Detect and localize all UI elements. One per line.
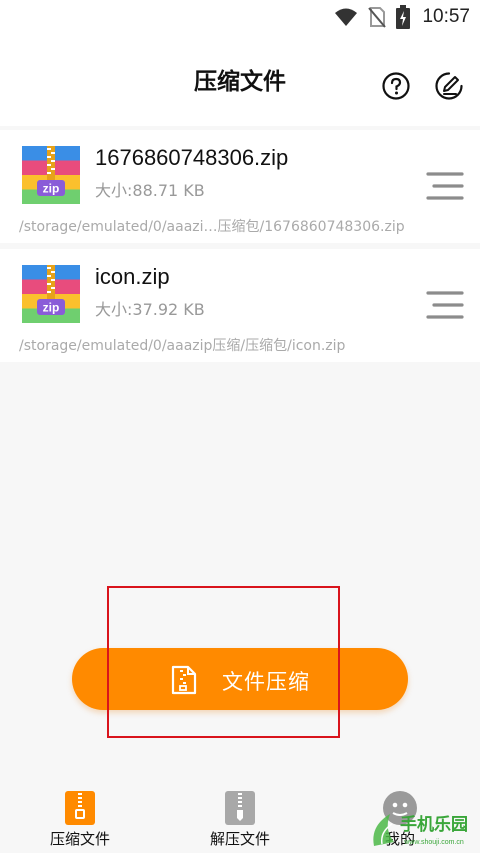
file-name: icon.zip [95, 264, 170, 289]
app-header: 压缩文件 [0, 34, 480, 126]
tab-compress-label: 压缩文件 [49, 830, 110, 848]
extract-tab-icon [225, 791, 255, 825]
menu-handle-icon[interactable] [426, 170, 464, 202]
menu-handle-icon[interactable] [426, 289, 464, 321]
watermark-subtext: www.shouji.com.cn [403, 839, 464, 846]
compress-button-label: 文件压缩 [222, 670, 310, 694]
no-sim-icon [368, 7, 387, 28]
svg-text:zip: zip [43, 301, 60, 315]
status-time: 10:57 [422, 6, 470, 27]
watermark-text: 手机乐园 [400, 814, 468, 835]
file-size: 大小:88.71 KB [95, 181, 205, 200]
help-button[interactable] [381, 71, 411, 101]
zip-file-icon [171, 665, 197, 695]
file-item[interactable]: zip 1676860748306.zip 大小:88.71 KB /stora… [0, 130, 480, 243]
battery-charging-icon [396, 5, 411, 29]
watermark-logo: 手机乐园 www.shouji.com.cn [373, 814, 468, 846]
file-name: 1676860748306.zip [95, 145, 289, 170]
zip-archive-icon: zip [22, 265, 80, 323]
compress-files-button[interactable]: 文件压缩 [72, 648, 408, 710]
svg-text:zip: zip [43, 182, 60, 196]
tab-compress[interactable]: 压缩文件 [20, 778, 140, 853]
wifi-icon [335, 8, 358, 26]
compress-tab-icon [65, 791, 95, 825]
file-path: /storage/emulated/0/aaazi…压缩包/1676860748… [19, 219, 405, 235]
file-list: zip 1676860748306.zip 大小:88.71 KB /stora… [0, 130, 480, 368]
status-icons: 10:57 [334, 5, 470, 29]
file-size: 大小:37.92 KB [95, 300, 205, 319]
status-bar: 10:57 [0, 0, 480, 34]
zip-archive-icon: zip [22, 146, 80, 204]
edit-circle-icon [435, 72, 463, 100]
file-item[interactable]: zip icon.zip 大小:37.92 KB /storage/emulat… [0, 249, 480, 362]
question-circle-icon [382, 72, 410, 100]
tab-extract-label: 解压文件 [209, 830, 270, 848]
tab-extract[interactable]: 解压文件 [180, 778, 300, 853]
edit-button[interactable] [434, 71, 464, 101]
file-path: /storage/emulated/0/aaazip压缩/压缩包/icon.zi… [19, 338, 346, 354]
